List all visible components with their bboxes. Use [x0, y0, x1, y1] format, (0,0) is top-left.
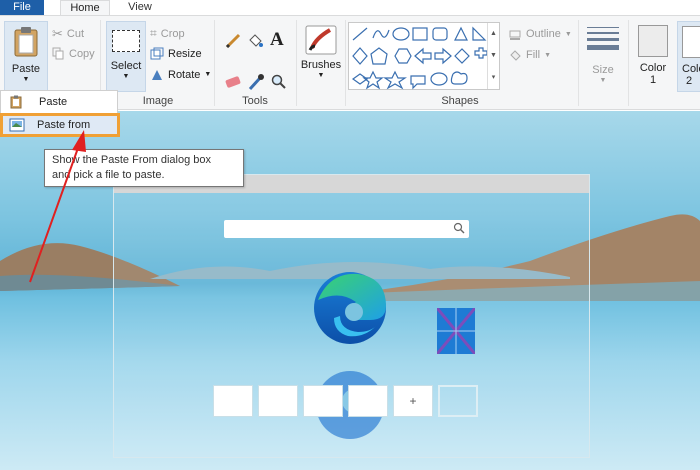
add-tile-button[interactable]: +	[393, 385, 433, 417]
fill-bucket-icon[interactable]	[246, 32, 264, 50]
chevron-down-icon: ▼	[564, 30, 572, 38]
chevron-down-icon: ▼	[544, 51, 551, 59]
resize-icon	[150, 47, 164, 60]
color1-number: 1	[649, 74, 657, 86]
tooltip: Show the Paste From dialog box and pick …	[44, 149, 244, 187]
select-button[interactable]: Select ▼	[106, 21, 146, 92]
menu-item-paste-from[interactable]: Paste from	[0, 113, 120, 137]
color-picker-icon[interactable]	[248, 73, 264, 91]
select-label: Select	[110, 60, 142, 72]
rotate-icon	[152, 70, 162, 80]
divider	[296, 20, 297, 106]
color1-label: Color	[639, 62, 667, 74]
search-input[interactable]	[224, 220, 469, 238]
divider	[578, 20, 579, 106]
search-icon	[453, 222, 465, 234]
eraser-icon[interactable]	[224, 75, 242, 89]
tab-view[interactable]: View	[118, 0, 162, 16]
paste-button[interactable]: Paste ▼	[4, 21, 48, 92]
outline-button[interactable]: Outline ▼	[508, 27, 572, 41]
tab-home[interactable]: Home	[60, 0, 110, 16]
quick-link-tile[interactable]	[213, 385, 253, 417]
color1-button[interactable]: Color 1	[633, 21, 673, 92]
rotate-button[interactable]: Rotate ▼	[150, 68, 211, 81]
chevron-down-icon: ▼	[204, 71, 212, 78]
fill-button[interactable]: Fill ▼	[508, 48, 551, 62]
crop-icon: ⌗	[150, 26, 157, 40]
fill-label: Fill	[526, 49, 541, 61]
size-lines-icon	[587, 27, 619, 50]
chevron-down-icon: ▼	[22, 76, 30, 83]
clipboard-icon	[10, 95, 22, 109]
outline-label: Outline	[526, 28, 561, 40]
color1-swatch	[638, 25, 668, 57]
pencil-icon[interactable]	[224, 32, 242, 50]
shapes-gallery[interactable]: ▲ ▼ ▾	[348, 22, 500, 90]
copy-label: Copy	[69, 47, 95, 60]
paste-dropdown-menu: Paste Paste from	[0, 90, 120, 137]
chevron-down-icon: ▼	[122, 73, 130, 80]
chevron-down-icon: ▼	[317, 72, 325, 79]
image-group-label: Image	[142, 95, 174, 107]
tools-group-label: Tools	[242, 95, 268, 107]
color2-label: Colo	[682, 63, 700, 75]
fill-icon	[510, 50, 521, 61]
quick-link-tile[interactable]	[258, 385, 298, 417]
size-button[interactable]: Size ▼	[582, 21, 624, 92]
ribbon-tab-bar: File Home View	[0, 0, 700, 16]
windows-logo-icon	[437, 308, 475, 354]
menu-item-paste[interactable]: Paste	[1, 92, 117, 112]
divider	[214, 20, 215, 106]
copy-icon	[52, 47, 64, 60]
clipboard-icon	[14, 27, 38, 57]
magnifier-icon[interactable]	[271, 74, 287, 90]
crop-button[interactable]: ⌗ Crop	[150, 26, 185, 41]
outline-icon	[509, 30, 521, 40]
gallery-scroll[interactable]: ▲ ▼ ▾	[487, 23, 499, 89]
size-label: Size	[592, 64, 614, 76]
brushes-label: Brushes	[300, 59, 342, 71]
crop-label: Crop	[160, 27, 185, 40]
paste-label: Paste	[11, 63, 41, 75]
cut-label: Cut	[66, 28, 85, 40]
resize-label: Resize	[168, 47, 202, 60]
divider	[628, 20, 629, 106]
color2-button[interactable]: Colo 2	[677, 21, 700, 92]
divider	[345, 20, 346, 106]
tooltip-line-2: and pick a file to paste.	[52, 169, 165, 181]
menu-item-paste-label: Paste	[39, 96, 68, 108]
shapes-group-label: Shapes	[441, 95, 479, 107]
scissors-icon: ✂	[52, 26, 63, 41]
menu-item-paste-from-label: Paste from	[37, 119, 91, 131]
text-tool-icon[interactable]: A	[270, 29, 284, 51]
quick-link-tile[interactable]	[348, 385, 388, 417]
chevron-down-icon: ▼	[599, 77, 607, 84]
select-rect-icon	[112, 30, 140, 52]
picture-icon	[9, 118, 25, 132]
color2-swatch	[682, 26, 700, 58]
brush-icon	[305, 25, 337, 55]
brushes-button[interactable]: Brushes ▼	[300, 21, 342, 92]
quick-link-tile-empty[interactable]	[438, 385, 478, 417]
cut-button[interactable]: ✂ Cut	[52, 26, 84, 42]
color2-number: 2	[686, 75, 693, 87]
resize-button[interactable]: Resize	[150, 47, 202, 60]
edge-logo-icon	[314, 272, 386, 344]
rotate-label: Rotate	[168, 68, 201, 81]
shapes-gallery-icons	[351, 26, 488, 90]
tab-file[interactable]: File	[0, 0, 44, 16]
quick-link-tile[interactable]	[303, 385, 343, 417]
tooltip-line-1: Show the Paste From dialog box	[52, 154, 211, 166]
copy-button[interactable]: Copy	[52, 47, 95, 60]
